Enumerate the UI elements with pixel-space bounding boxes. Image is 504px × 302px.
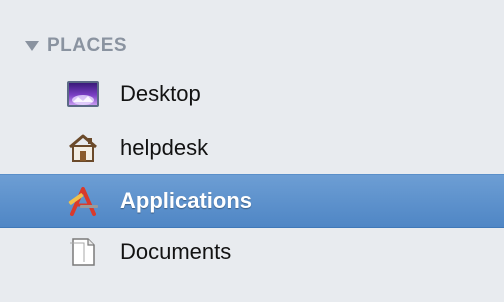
finder-sidebar: PLACES Desktop helpdesk Applications Doc… — [0, 0, 504, 302]
sidebar-item-label: Applications — [120, 188, 253, 213]
documents-icon — [66, 236, 100, 268]
sidebar-item-helpdesk[interactable]: helpdesk — [0, 122, 504, 174]
sidebar-item-documents[interactable]: Documents — [0, 226, 504, 278]
desktop-icon — [66, 78, 100, 110]
home-icon — [66, 132, 100, 164]
places-section-title: PLACES — [47, 35, 128, 56]
sidebar-item-label: Documents — [120, 239, 232, 264]
disclosure-triangle-icon[interactable] — [25, 41, 39, 51]
places-section-header[interactable]: PLACES — [25, 31, 127, 61]
sidebar-item-label: Desktop — [120, 81, 201, 106]
sidebar-item-desktop[interactable]: Desktop — [0, 68, 504, 120]
sidebar-item-label: helpdesk — [120, 135, 209, 160]
sidebar-item-applications[interactable]: Applications — [0, 174, 504, 228]
applications-icon — [66, 185, 100, 217]
